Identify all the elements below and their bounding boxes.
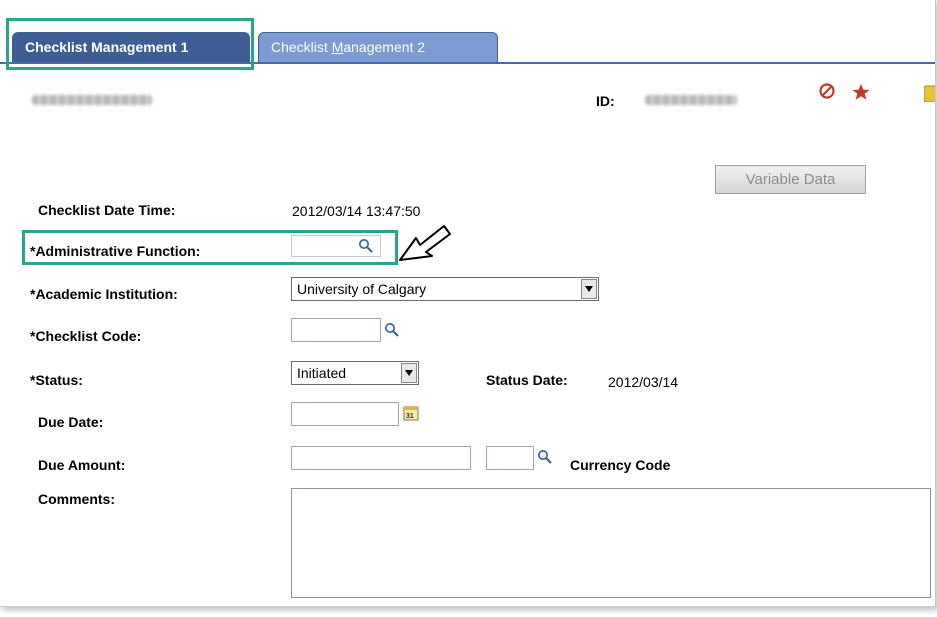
chevron-down-icon[interactable] xyxy=(401,363,417,383)
comments-textarea[interactable] xyxy=(291,488,931,598)
tab-label-post: anagement 2 xyxy=(343,39,426,55)
page-frame: Checklist Management 1 Checklist Managem… xyxy=(0,0,936,607)
academic-institution-value: University of Calgary xyxy=(297,281,427,297)
currency-code-input[interactable] xyxy=(486,446,534,470)
checklist-code-input[interactable] xyxy=(291,318,381,342)
admin-function-highlight-box xyxy=(22,230,398,265)
tab-label-pre: Checklist xyxy=(271,39,332,55)
due-date-input[interactable] xyxy=(291,402,399,426)
status-date-value: 2012/03/14 xyxy=(608,374,679,390)
tab-checklist-management-2[interactable]: Checklist Management 2 xyxy=(258,32,498,62)
pointer-arrow-icon xyxy=(399,225,451,261)
checklist-datetime-value: 2012/03/14 13:47:50 xyxy=(292,203,421,219)
no-entry-icon[interactable] xyxy=(818,82,836,100)
status-select[interactable]: Initiated xyxy=(291,361,419,385)
folder-icon[interactable] xyxy=(924,80,936,102)
checklist-code-lookup-icon[interactable] xyxy=(384,322,400,338)
calendar-icon[interactable]: 31 xyxy=(403,405,419,421)
svg-text:31: 31 xyxy=(406,413,414,420)
tab-highlight-box xyxy=(6,18,254,70)
academic-institution-select[interactable]: University of Calgary xyxy=(291,277,599,301)
due-amount-input[interactable] xyxy=(291,446,471,470)
checklist-datetime-label: Checklist Date Time: xyxy=(38,202,176,218)
comments-label: Comments: xyxy=(38,491,116,507)
favorite-star-icon[interactable] xyxy=(852,83,870,101)
chevron-down-icon[interactable] xyxy=(581,279,597,299)
variable-data-button[interactable]: Variable Data xyxy=(715,165,866,194)
status-value: Initiated xyxy=(297,365,347,381)
redacted-id xyxy=(645,95,737,105)
academic-institution-label: *Academic Institution: xyxy=(30,286,178,302)
status-label: *Status: xyxy=(30,372,83,388)
redacted-name xyxy=(32,95,152,105)
due-date-label: Due Date: xyxy=(38,414,104,430)
checklist-code-label: *Checklist Code: xyxy=(30,328,142,344)
due-amount-label: Due Amount: xyxy=(38,457,126,473)
tab-label-accesskey: M xyxy=(331,39,344,55)
currency-code-lookup-icon[interactable] xyxy=(537,449,553,465)
id-label: ID: xyxy=(596,93,615,109)
status-date-label: Status Date: xyxy=(486,372,568,388)
currency-code-label: Currency Code xyxy=(570,457,671,473)
